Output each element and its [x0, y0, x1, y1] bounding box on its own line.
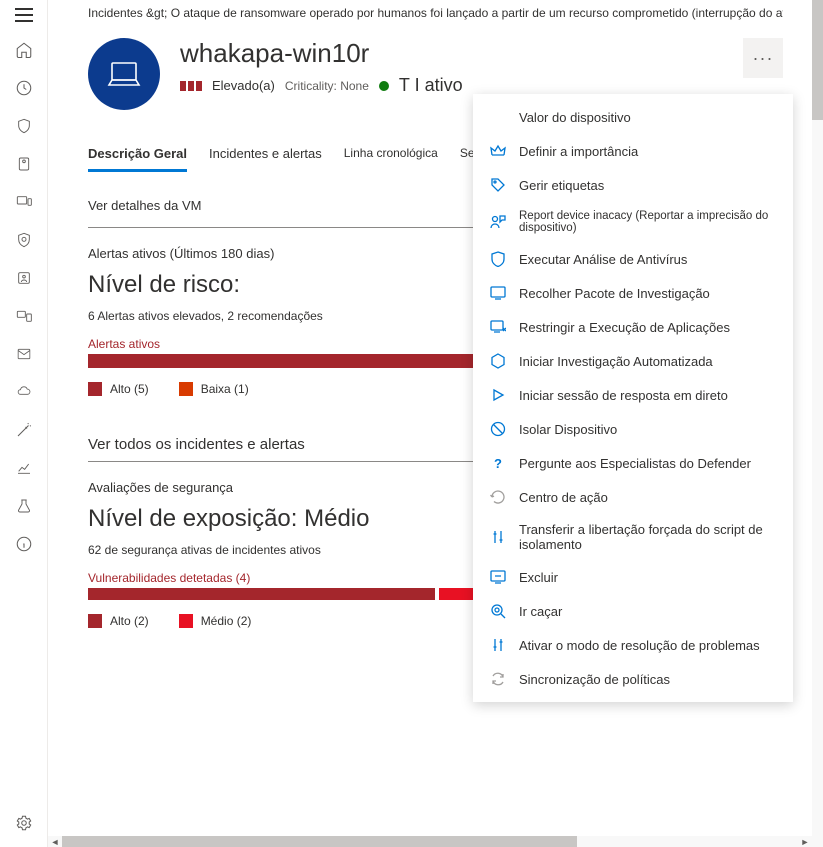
chart-icon[interactable]	[14, 458, 34, 478]
device-actions-menu: Valor do dispositivo Definir a importânc…	[473, 94, 793, 702]
menu-report-inaccuracy[interactable]: Report device inacacy (Reportar a imprec…	[473, 202, 793, 242]
legend-vuln-high: Alto (2)	[88, 614, 149, 628]
wand-icon[interactable]	[14, 420, 34, 440]
hamburger-menu-icon[interactable]	[15, 8, 33, 22]
crown-icon	[489, 142, 507, 160]
sliders-icon	[489, 636, 507, 654]
legend-high: Alto (5)	[88, 382, 149, 396]
legend-low: Baixa (1)	[179, 382, 249, 396]
devices-icon[interactable]	[14, 192, 34, 212]
menu-ask-experts[interactable]: ?Pergunte aos Especialistas do Defender	[473, 446, 793, 480]
blank-icon	[489, 108, 507, 126]
menu-device-value[interactable]: Valor do dispositivo	[473, 100, 793, 134]
divider	[88, 227, 498, 228]
menu-collect-package[interactable]: Recolher Pacote de Investigação	[473, 276, 793, 310]
status-text: T I ativo	[399, 75, 463, 96]
legend-color-high	[88, 382, 102, 396]
device-avatar	[88, 38, 160, 110]
scroll-left-arrow[interactable]: ◄	[48, 836, 62, 847]
info-icon[interactable]	[14, 534, 34, 554]
menu-set-importance[interactable]: Definir a importância	[473, 134, 793, 168]
shield-check-icon[interactable]	[14, 230, 34, 250]
tab-incidents[interactable]: Incidentes e alertas	[209, 146, 322, 172]
scroll-right-arrow[interactable]: ►	[798, 836, 812, 847]
menu-exclude[interactable]: Excluir	[473, 560, 793, 594]
monitor-minus-icon	[489, 568, 507, 586]
menu-policy-sync[interactable]: Sincronização de políticas	[473, 662, 793, 696]
tab-timeline[interactable]: Linha cronológica	[344, 146, 438, 172]
alerts-bar	[88, 354, 488, 368]
main-content: Incidentes &gt; O ataque de ransomware o…	[48, 0, 823, 847]
home-icon[interactable]	[14, 40, 34, 60]
history-icon	[489, 488, 507, 506]
menu-troubleshoot-mode[interactable]: Ativar o modo de resolução de problemas	[473, 628, 793, 662]
sync-icon	[489, 670, 507, 688]
restrict-icon	[489, 318, 507, 336]
shield-icon[interactable]	[14, 116, 34, 136]
lab-icon[interactable]	[14, 496, 34, 516]
block-icon	[489, 420, 507, 438]
criticality-label: Criticality: None	[285, 79, 369, 93]
menu-go-hunt[interactable]: Ir caçar	[473, 594, 793, 628]
legend-color-low	[179, 382, 193, 396]
menu-restrict-apps[interactable]: Restringir a Execução de Aplicações	[473, 310, 793, 344]
clock-icon[interactable]	[14, 78, 34, 98]
divider	[88, 461, 498, 462]
legend-vuln-med: Médio (2)	[179, 614, 252, 628]
status-dot-icon	[379, 81, 389, 91]
link-devices-icon[interactable]	[14, 306, 34, 326]
tag-icon	[489, 176, 507, 194]
more-actions-button[interactable]: ···	[743, 38, 783, 78]
tab-overview[interactable]: Descrição Geral	[88, 146, 187, 172]
menu-download-script[interactable]: Transferir a libertação forçada do scrip…	[473, 514, 793, 560]
cloud-icon[interactable]	[14, 382, 34, 402]
contacts-icon[interactable]	[14, 268, 34, 288]
menu-auto-investigation[interactable]: Iniciar Investigação Automatizada	[473, 344, 793, 378]
settings-icon[interactable]	[14, 813, 34, 833]
left-nav-rail	[0, 0, 48, 847]
target-icon	[489, 602, 507, 620]
hexagon-icon	[489, 352, 507, 370]
menu-action-center[interactable]: Centro de ação	[473, 480, 793, 514]
legend-color-med	[179, 614, 193, 628]
menu-live-response[interactable]: Iniciar sessão de resposta em direto	[473, 378, 793, 412]
sliders-icon	[489, 528, 507, 546]
menu-manage-tags[interactable]: Gerir etiquetas	[473, 168, 793, 202]
question-icon: ?	[489, 454, 507, 472]
shield-outline-icon	[489, 250, 507, 268]
breadcrumb[interactable]: Incidentes &gt; O ataque de ransomware o…	[88, 0, 783, 38]
person-feedback-icon	[489, 213, 507, 231]
play-icon	[489, 386, 507, 404]
vertical-scrollbar[interactable]	[812, 0, 823, 847]
risk-bars-icon	[180, 81, 202, 91]
legend-color-high	[88, 614, 102, 628]
device-name: whakapa-win10r	[180, 38, 723, 69]
risk-level-label: Elevado(a)	[212, 78, 275, 93]
vuln-bar	[88, 588, 508, 600]
menu-run-antivirus[interactable]: Executar Análise de Antivírus	[473, 242, 793, 276]
menu-isolate-device[interactable]: Isolar Dispositivo	[473, 412, 793, 446]
inventory-icon[interactable]	[14, 154, 34, 174]
mail-icon[interactable]	[14, 344, 34, 364]
monitor-icon	[489, 284, 507, 302]
horizontal-scrollbar[interactable]: ◄ ►	[48, 836, 812, 847]
